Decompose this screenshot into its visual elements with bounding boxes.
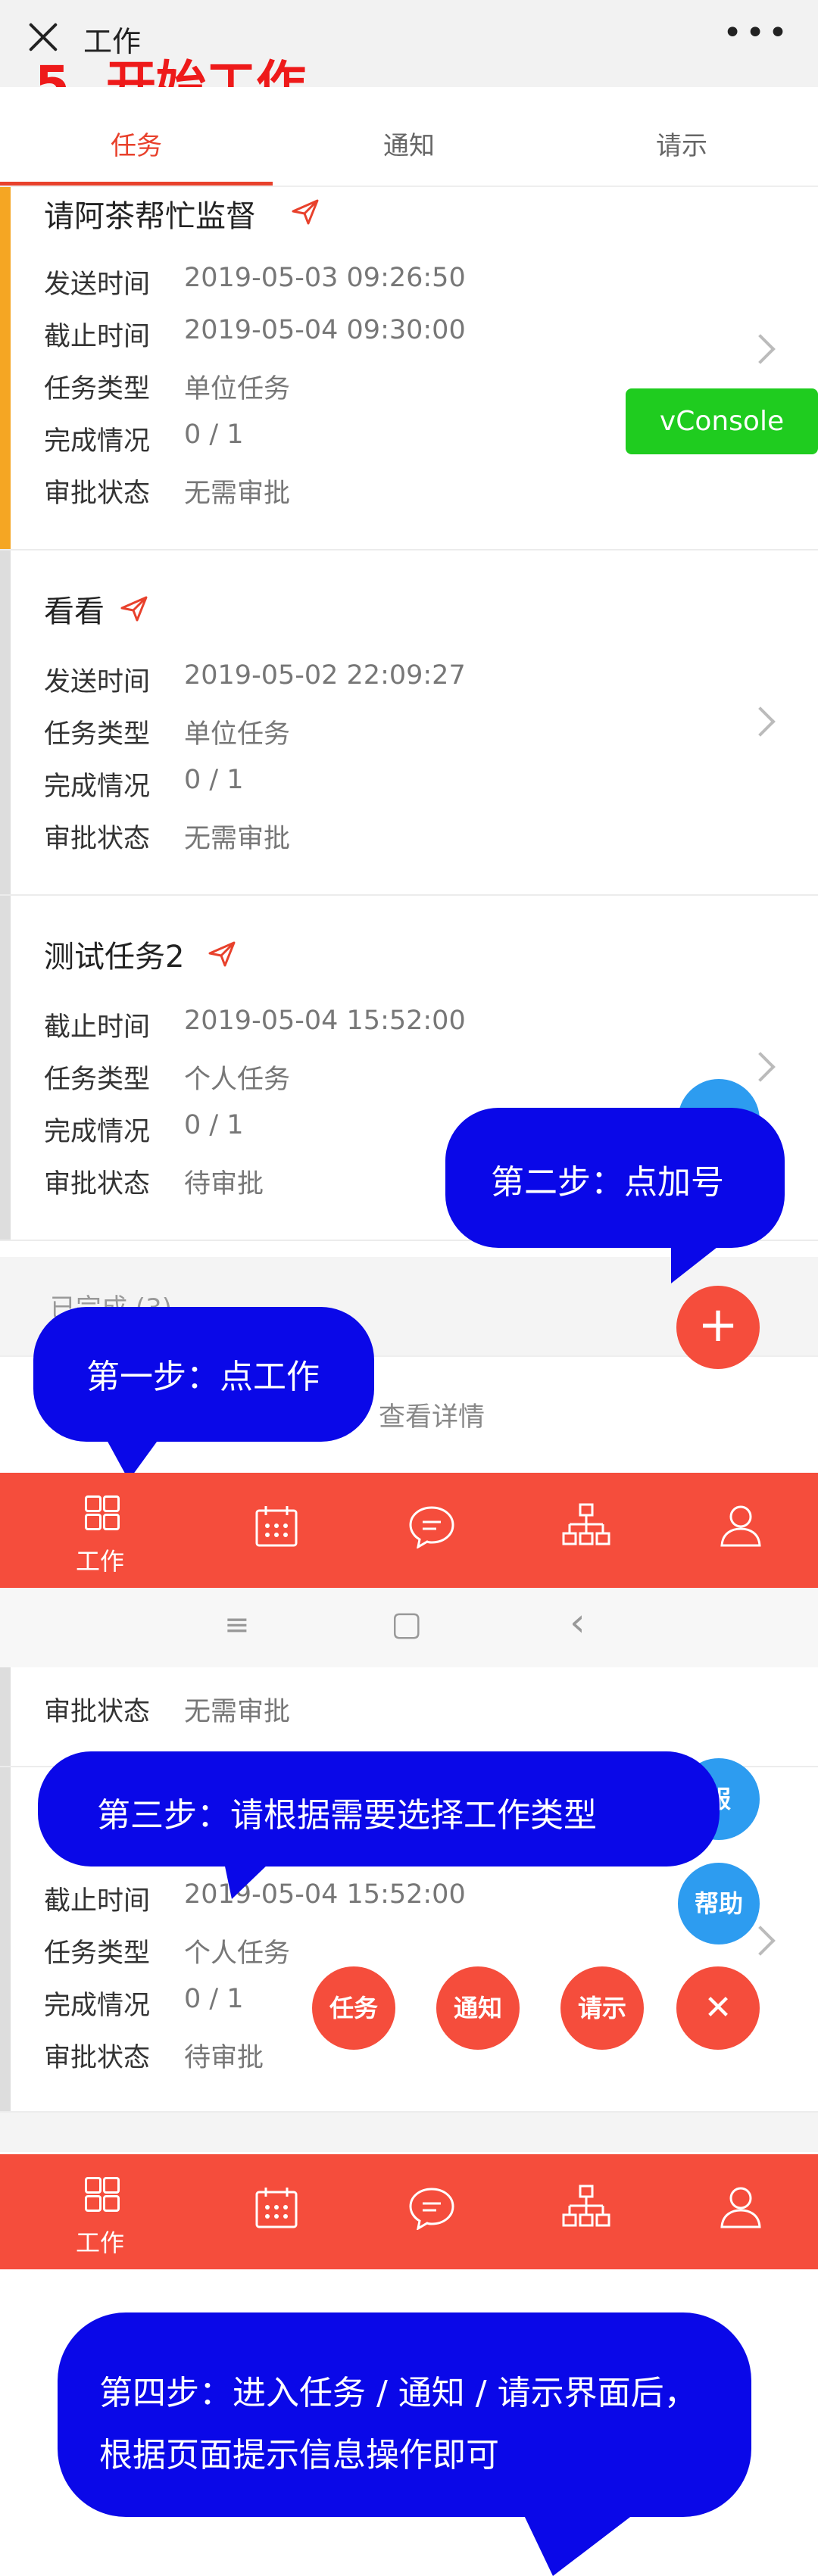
card-row: 任务类型 个人任务	[44, 1065, 291, 1095]
bottom-tab-bar: 工作	[0, 2154, 818, 2269]
nav-profile[interactable]	[659, 1473, 818, 1588]
add-fab[interactable]: +	[676, 1286, 760, 1369]
send-icon	[208, 941, 236, 967]
step1-bubble: 第一步：点工作	[33, 1307, 374, 1442]
step4-bubble-tail	[523, 2512, 636, 2576]
step4-text-line2: 根据页面提示信息操作即可	[99, 2436, 499, 2475]
step3-bubble-tail	[224, 1863, 270, 1899]
vconsole-button[interactable]: vConsole	[626, 388, 818, 454]
step4-text-line1: 第四步：进入任务 / 通知 / 请示界面后，	[99, 2374, 698, 2412]
card-row: 审批状态 待审批	[44, 1169, 264, 1199]
new-notice-fab[interactable]: 通知	[436, 1966, 520, 2050]
new-task-fab[interactable]: 任务	[312, 1966, 395, 2050]
card-row: 发送时间 2019-05-02 22:09:27	[44, 660, 466, 697]
grid-icon	[85, 1495, 120, 1530]
chevron-right-icon[interactable]	[745, 706, 776, 737]
card-accent-bar	[0, 550, 11, 894]
card-accent-bar	[0, 896, 11, 1240]
home-icon[interactable]: ▢	[391, 1605, 423, 1643]
card-row: 审批状态 无需审批	[44, 1697, 291, 1727]
org-chart-icon	[562, 1503, 610, 1545]
card-row: 截止时间 2019-05-04 15:52:00	[44, 1006, 466, 1043]
more-icon[interactable]: •••	[723, 14, 791, 52]
user-icon	[720, 1505, 761, 1547]
nav-work-label: 工作	[75, 1547, 124, 1576]
card-row: 截止时间 2019-05-04 15:52:00	[44, 1879, 466, 1916]
nav-work[interactable]: 工作	[18, 2154, 182, 2269]
card-row: 发送时间 2019-05-03 09:26:50	[44, 263, 466, 300]
bottom-tab-bar: 工作	[0, 1473, 818, 1588]
nav-calendar[interactable]	[195, 2154, 358, 2269]
chevron-right-icon[interactable]	[745, 334, 776, 364]
card-row: 完成情况 0 / 1	[44, 765, 244, 802]
chevron-right-icon[interactable]	[745, 1052, 776, 1082]
step2-bubble: 第二步：点加号	[445, 1108, 785, 1248]
chevron-right-icon[interactable]	[745, 1926, 776, 1956]
send-icon	[120, 596, 148, 622]
card-row: 任务类型 个人任务	[44, 1938, 291, 1969]
step4-bubble: 第四步：进入任务 / 通知 / 请示界面后， 根据页面提示信息操作即可	[58, 2312, 751, 2517]
chat-icon	[409, 1506, 454, 1548]
active-tab-indicator	[0, 182, 273, 186]
view-details-link[interactable]: 查看详情	[379, 1396, 485, 1434]
user-icon	[720, 2187, 761, 2228]
step2-bubble-tail	[671, 1242, 724, 1283]
system-nav-bar: ≡ ▢ ‹	[0, 1588, 818, 1667]
nav-organization[interactable]	[504, 2154, 668, 2269]
nav-organization[interactable]	[504, 1473, 668, 1588]
tab-notices[interactable]: 通知	[273, 125, 545, 162]
card-row: 审批状态 待审批	[44, 2043, 264, 2073]
close-fab[interactable]: ✕	[676, 1966, 760, 2050]
menu-icon[interactable]: ≡	[224, 1608, 250, 1642]
grid-icon	[85, 2177, 120, 2212]
task-title: 测试任务2	[44, 940, 185, 975]
calendar-icon	[255, 2188, 298, 2228]
send-icon	[292, 199, 319, 225]
card-accent-bar	[0, 1667, 11, 1766]
card-accent-bar	[0, 187, 11, 549]
nav-work[interactable]: 工作	[18, 1473, 182, 1588]
card-row: 任务类型 单位任务	[44, 719, 291, 750]
tab-requests[interactable]: 请示	[545, 125, 818, 162]
card-row: 完成情况 0 / 1	[44, 419, 244, 457]
card-row: 完成情况 0 / 1	[44, 1110, 244, 1147]
back-icon[interactable]: ‹	[570, 1600, 585, 1645]
card-row: 审批状态 无需审批	[44, 824, 291, 854]
card-row: 任务类型 单位任务	[44, 374, 291, 404]
step1-text: 第一步：点工作	[86, 1358, 320, 1396]
step3-text: 第三步：请根据需要选择工作类型	[97, 1796, 597, 1835]
card-row: 审批状态 无需审批	[44, 479, 291, 509]
tab-tasks[interactable]: 任务	[0, 125, 273, 162]
nav-profile[interactable]	[659, 2154, 818, 2269]
new-request-fab[interactable]: 请示	[560, 1966, 644, 2050]
task-title: 请阿茶帮忙监督	[44, 199, 256, 234]
task-title: 看看	[44, 594, 105, 629]
card-row: 完成情况 0 / 1	[44, 1984, 244, 2021]
help-fab[interactable]: 帮助	[678, 1863, 760, 1944]
task-card[interactable]: 看看 发送时间 2019-05-02 22:09:27 任务类型 单位任务 完成情况…	[0, 550, 818, 896]
card-row: 截止时间 2019-05-04 09:30:00	[44, 315, 466, 352]
nav-messages[interactable]	[350, 1473, 514, 1588]
card-accent-bar	[0, 1767, 11, 2111]
nav-work-label: 工作	[75, 2228, 124, 2257]
list-gap	[0, 2113, 818, 2152]
task-card[interactable]: 请阿茶帮忙监督 发送时间 2019-05-03 09:26:50 截止时间 2019…	[0, 187, 818, 550]
step3-bubble: 第三步：请根据需要选择工作类型	[38, 1751, 720, 1867]
nav-messages[interactable]	[350, 2154, 514, 2269]
chat-icon	[409, 2188, 454, 2230]
step2-text: 第二步：点加号	[491, 1163, 724, 1202]
calendar-icon	[255, 1506, 298, 1547]
org-chart-icon	[562, 2185, 610, 2227]
tab-bar: 任务 通知 请示	[0, 87, 818, 187]
nav-calendar[interactable]	[195, 1473, 358, 1588]
